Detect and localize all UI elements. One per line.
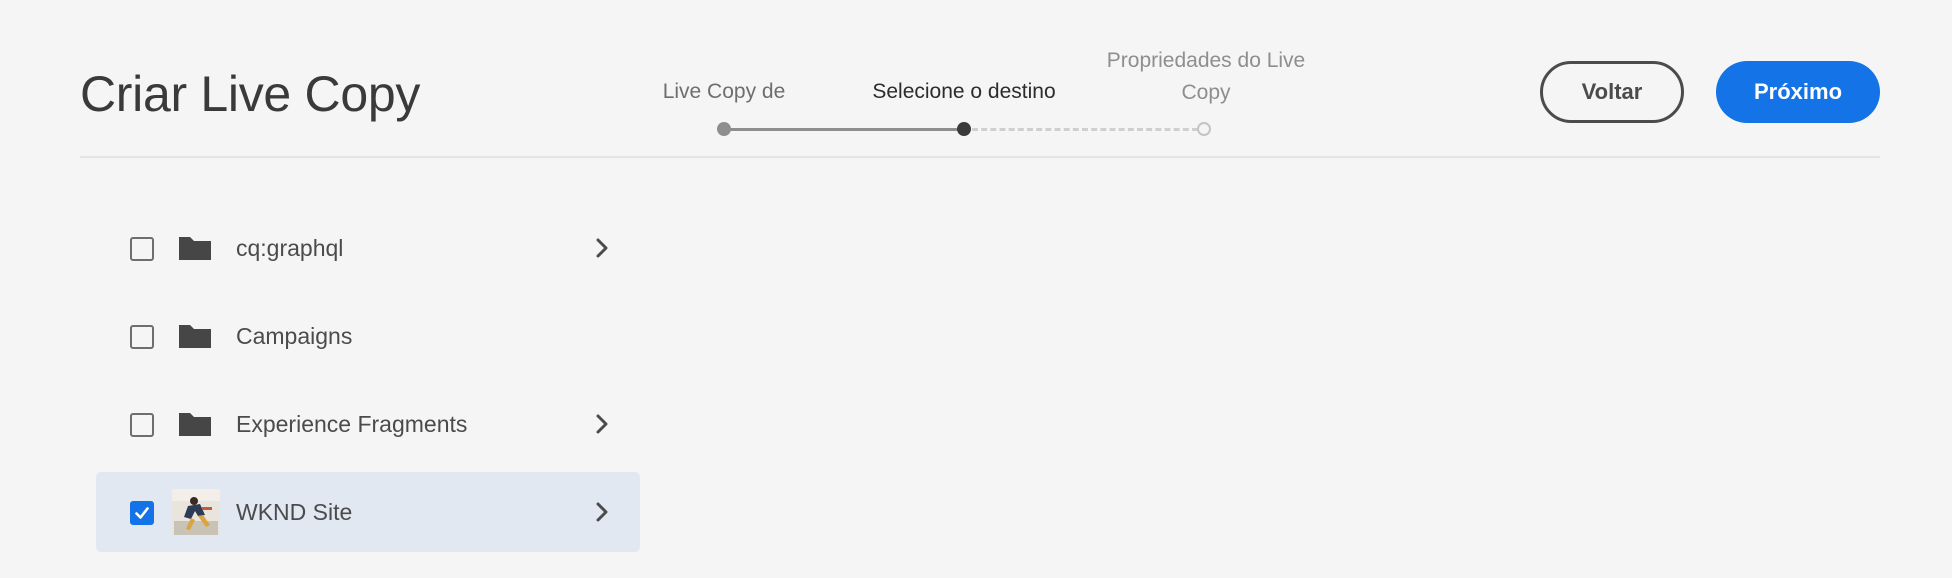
folder-icon <box>179 325 211 348</box>
chevron-right-icon[interactable] <box>592 236 612 260</box>
chevron-right-icon[interactable] <box>592 412 612 436</box>
site-thumbnail <box>172 489 220 535</box>
header-divider <box>80 156 1880 158</box>
folder-icon <box>179 237 211 260</box>
list-item-experience-fragments[interactable]: Experience Fragments <box>96 384 640 464</box>
chevron-right-icon[interactable] <box>592 500 612 524</box>
checkbox[interactable] <box>130 237 154 261</box>
step-dot-properties <box>1197 122 1211 136</box>
folder-icon <box>179 413 211 436</box>
list-item-label: Experience Fragments <box>236 411 468 437</box>
step-connector-pending <box>972 128 1198 131</box>
list-item-label: cq:graphql <box>236 235 344 261</box>
step-label-destination: Selecione o destino <box>872 80 1056 103</box>
checkbox-checked[interactable] <box>130 501 154 525</box>
list-item-label: Campaigns <box>236 323 353 349</box>
checkbox[interactable] <box>130 413 154 437</box>
page-title: Criar Live Copy <box>80 66 421 122</box>
step-label-properties: Propriedades do Live Copy <box>1106 49 1306 104</box>
step-connector-completed <box>730 128 962 131</box>
back-button[interactable]: Voltar <box>1540 61 1684 123</box>
list-item-label: WKND Site <box>236 499 353 525</box>
list-item-campaigns[interactable]: Campaigns <box>96 296 640 376</box>
list-item-wknd-site[interactable]: WKND Site <box>96 472 640 552</box>
checkmark-icon <box>135 507 149 519</box>
step-dot-source <box>717 122 731 136</box>
create-live-copy-wizard: Criar Live Copy Live Copy de Selecione o… <box>0 0 1952 578</box>
checkbox[interactable] <box>130 325 154 349</box>
list-item-cq-graphql[interactable]: cq:graphql <box>96 208 640 288</box>
step-label-source: Live Copy de <box>662 80 786 103</box>
step-dot-destination <box>957 122 971 136</box>
next-button[interactable]: Próximo <box>1716 61 1880 123</box>
